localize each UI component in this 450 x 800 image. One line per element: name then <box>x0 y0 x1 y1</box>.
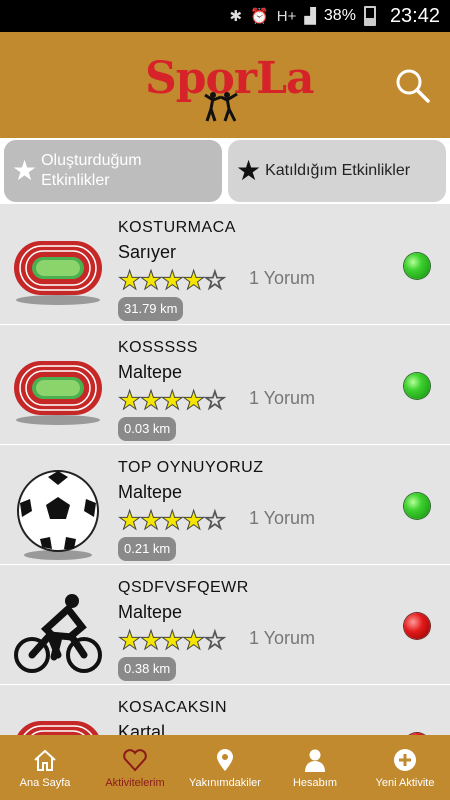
event-location: Maltepe <box>118 602 183 622</box>
star-filled-icon: ★ <box>139 385 163 416</box>
status-indicator <box>404 373 430 399</box>
review-count[interactable]: 1 Yorum <box>249 388 315 409</box>
tab-created-events[interactable]: ★ Oluşturduğum Etkinlikler <box>4 140 222 202</box>
app-header: SporLa <box>0 32 450 138</box>
tab-joined-events[interactable]: ★ Katıldığım Etkinlikler <box>228 140 446 202</box>
star-filled-icon: ★ <box>181 265 205 296</box>
nav-label: Yakınımdakiler <box>189 776 261 789</box>
distance-badge: 0.38 km <box>118 657 177 681</box>
rating-stars: ★★★★☆ <box>117 385 227 416</box>
rating-stars: ★★★★☆ <box>117 265 227 296</box>
running-track-icon <box>10 347 106 427</box>
signal-icon: ▟ <box>304 8 316 25</box>
running-track-icon <box>10 227 106 307</box>
star-filled-icon: ★ <box>139 265 163 296</box>
running-track-icon <box>10 707 106 735</box>
star-filled-icon: ★ <box>117 265 141 296</box>
athletes-logo-icon <box>204 92 238 122</box>
star-filled-icon: ★ <box>160 385 184 416</box>
nav-home[interactable]: Ana Sayfa <box>0 735 90 800</box>
event-title: QSDFVSFQEWR <box>118 579 249 596</box>
nav-label: Hesabım <box>292 776 338 789</box>
nav-label: Aktivitelerim <box>105 776 165 789</box>
review-count[interactable]: 1 Yorum <box>249 268 315 289</box>
star-filled-icon: ★ <box>139 505 163 536</box>
search-icon[interactable] <box>392 66 432 106</box>
event-location: Sarıyer <box>118 242 177 262</box>
status-indicator <box>404 493 430 519</box>
status-indicator <box>404 253 430 279</box>
event-list[interactable]: KOSTURMACA Sarıyer ★★★★☆ 1 Yorum 31.79 k… <box>0 205 450 735</box>
battery-level: 38% <box>323 7 356 24</box>
user-icon <box>305 749 325 772</box>
nav-my-activities[interactable]: Aktivitelerim <box>90 735 180 800</box>
distance-badge: 0.21 km <box>118 537 177 561</box>
star-filled-icon: ★ <box>181 505 205 536</box>
star-empty-icon: ☆ <box>203 265 227 296</box>
star-filled-icon: ★ <box>117 505 141 536</box>
rating-stars: ★★★★☆ <box>117 625 227 656</box>
location-pin-icon <box>217 748 233 771</box>
star-outline-icon: ★ <box>12 155 38 186</box>
add-circle-icon <box>394 748 416 771</box>
battery-icon <box>363 6 376 26</box>
event-title: KOSACAKSIN <box>118 699 228 716</box>
star-filled-icon: ★ <box>160 505 184 536</box>
star-filled-icon: ★ <box>236 155 262 186</box>
alarm-icon: ⏰ <box>250 8 269 25</box>
star-filled-icon: ★ <box>160 625 184 656</box>
clock: 23:42 <box>389 4 440 27</box>
sporla-logo: SporLa <box>145 45 315 125</box>
event-list-item[interactable]: QSDFVSFQEWR Maltepe ★★★★☆ 1 Yorum 0.38 k… <box>0 565 450 685</box>
nav-account[interactable]: Hesabım <box>270 735 360 800</box>
soccer-ball-icon <box>10 467 106 560</box>
distance-badge: 0.03 km <box>118 417 177 441</box>
nav-label: Yeni Aktivite <box>375 776 435 789</box>
event-location: Maltepe <box>118 482 183 502</box>
cyclist-icon <box>10 587 106 673</box>
event-title: KOSSSSS <box>118 339 198 356</box>
home-icon <box>34 749 56 771</box>
review-count[interactable]: 1 Yorum <box>249 508 315 529</box>
event-list-item[interactable]: KOSACAKSIN Kartal ★★★★☆ 1 Yorum <box>0 685 450 735</box>
star-filled-icon: ★ <box>117 385 141 416</box>
star-filled-icon: ★ <box>160 265 184 296</box>
nav-nearby[interactable]: Yakınımdakiler <box>180 735 270 800</box>
event-title: TOP OYNUYORUZ <box>118 459 264 476</box>
star-filled-icon: ★ <box>139 625 163 656</box>
nav-new-activity[interactable]: Yeni Aktivite <box>360 735 450 800</box>
star-filled-icon: ★ <box>181 385 205 416</box>
rating-stars: ★★★★☆ <box>117 505 227 536</box>
event-location: Maltepe <box>118 362 183 382</box>
star-filled-icon: ★ <box>117 625 141 656</box>
event-title: KOSTURMACA <box>118 219 236 236</box>
event-list-item[interactable]: KOSSSSS Maltepe ★★★★☆ 1 Yorum 0.03 km <box>0 325 450 445</box>
tab-label: Katıldığım Etkinlikler <box>265 162 411 179</box>
star-empty-icon: ☆ <box>203 625 227 656</box>
star-empty-icon: ☆ <box>203 385 227 416</box>
tab-label: Oluşturduğum Etkinlikler <box>41 152 142 189</box>
status-bar: ✱ ⏰ H+ ▟ 38% 23:42 <box>0 0 450 32</box>
nav-label: Ana Sayfa <box>19 776 71 789</box>
star-filled-icon: ★ <box>181 625 205 656</box>
distance-badge: 31.79 km <box>118 297 184 321</box>
event-location: Kartal <box>118 722 166 735</box>
star-empty-icon: ☆ <box>203 505 227 536</box>
heart-icon <box>123 748 147 771</box>
tab-bar: ★ Oluşturduğum Etkinlikler ★ Katıldığım … <box>0 138 450 204</box>
status-indicator <box>404 613 430 639</box>
network-type: H+ <box>276 7 297 25</box>
bluetooth-icon: ✱ <box>229 8 243 25</box>
bottom-nav: Ana Sayfa Aktivitelerim Yakınımdakiler H… <box>0 735 450 800</box>
event-list-item[interactable]: TOP OYNUYORUZ Maltepe ★★★★☆ 1 Yorum 0.21… <box>0 445 450 565</box>
event-list-item[interactable]: KOSTURMACA Sarıyer ★★★★☆ 1 Yorum 31.79 k… <box>0 205 450 325</box>
review-count[interactable]: 1 Yorum <box>249 628 315 649</box>
